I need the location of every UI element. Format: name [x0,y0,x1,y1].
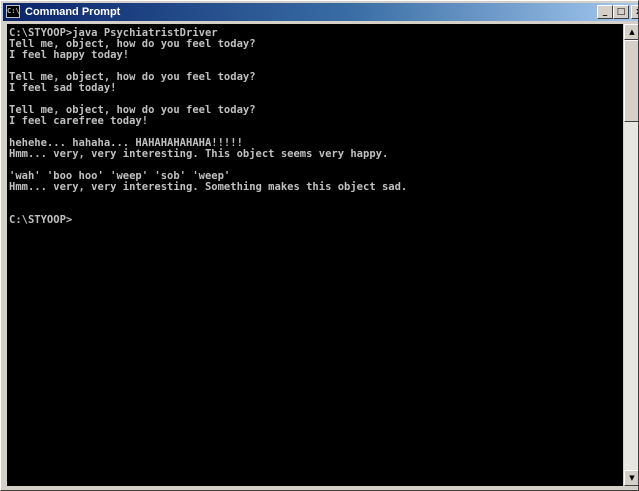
scroll-down-icon[interactable]: ▼ [624,470,638,486]
console-text: C:\STYOOP>java PsychiatristDriver Tell m… [7,24,623,226]
scrollbar-thumb[interactable] [624,40,638,122]
window-title: Command Prompt [25,6,121,18]
command-prompt-window: C:\ Command Prompt _ □ x C:\STYOOP>java … [0,0,639,491]
console-line: I feel carefree today! [9,115,149,127]
console-line: I feel sad today! [9,82,117,94]
console-line: Hmm... very, very interesting. Something… [9,181,408,193]
minimize-button[interactable]: _ [597,5,613,19]
close-button[interactable]: x [631,5,638,19]
console-output-area[interactable]: C:\STYOOP>java PsychiatristDriver Tell m… [7,24,623,486]
console-icon[interactable]: C:\ [6,5,20,18]
title-bar[interactable]: C:\ Command Prompt _ □ x [3,3,638,21]
console-line: C:\STYOOP> [9,214,73,226]
maximize-button[interactable]: □ [613,5,629,19]
console-line: Hmm... very, very interesting. This obje… [9,148,389,160]
vertical-scrollbar[interactable]: ▲ ▼ [624,24,638,486]
scroll-up-icon[interactable]: ▲ [624,24,638,40]
title-buttons: _ □ x [597,5,638,19]
console-line: I feel happy today! [9,49,130,61]
